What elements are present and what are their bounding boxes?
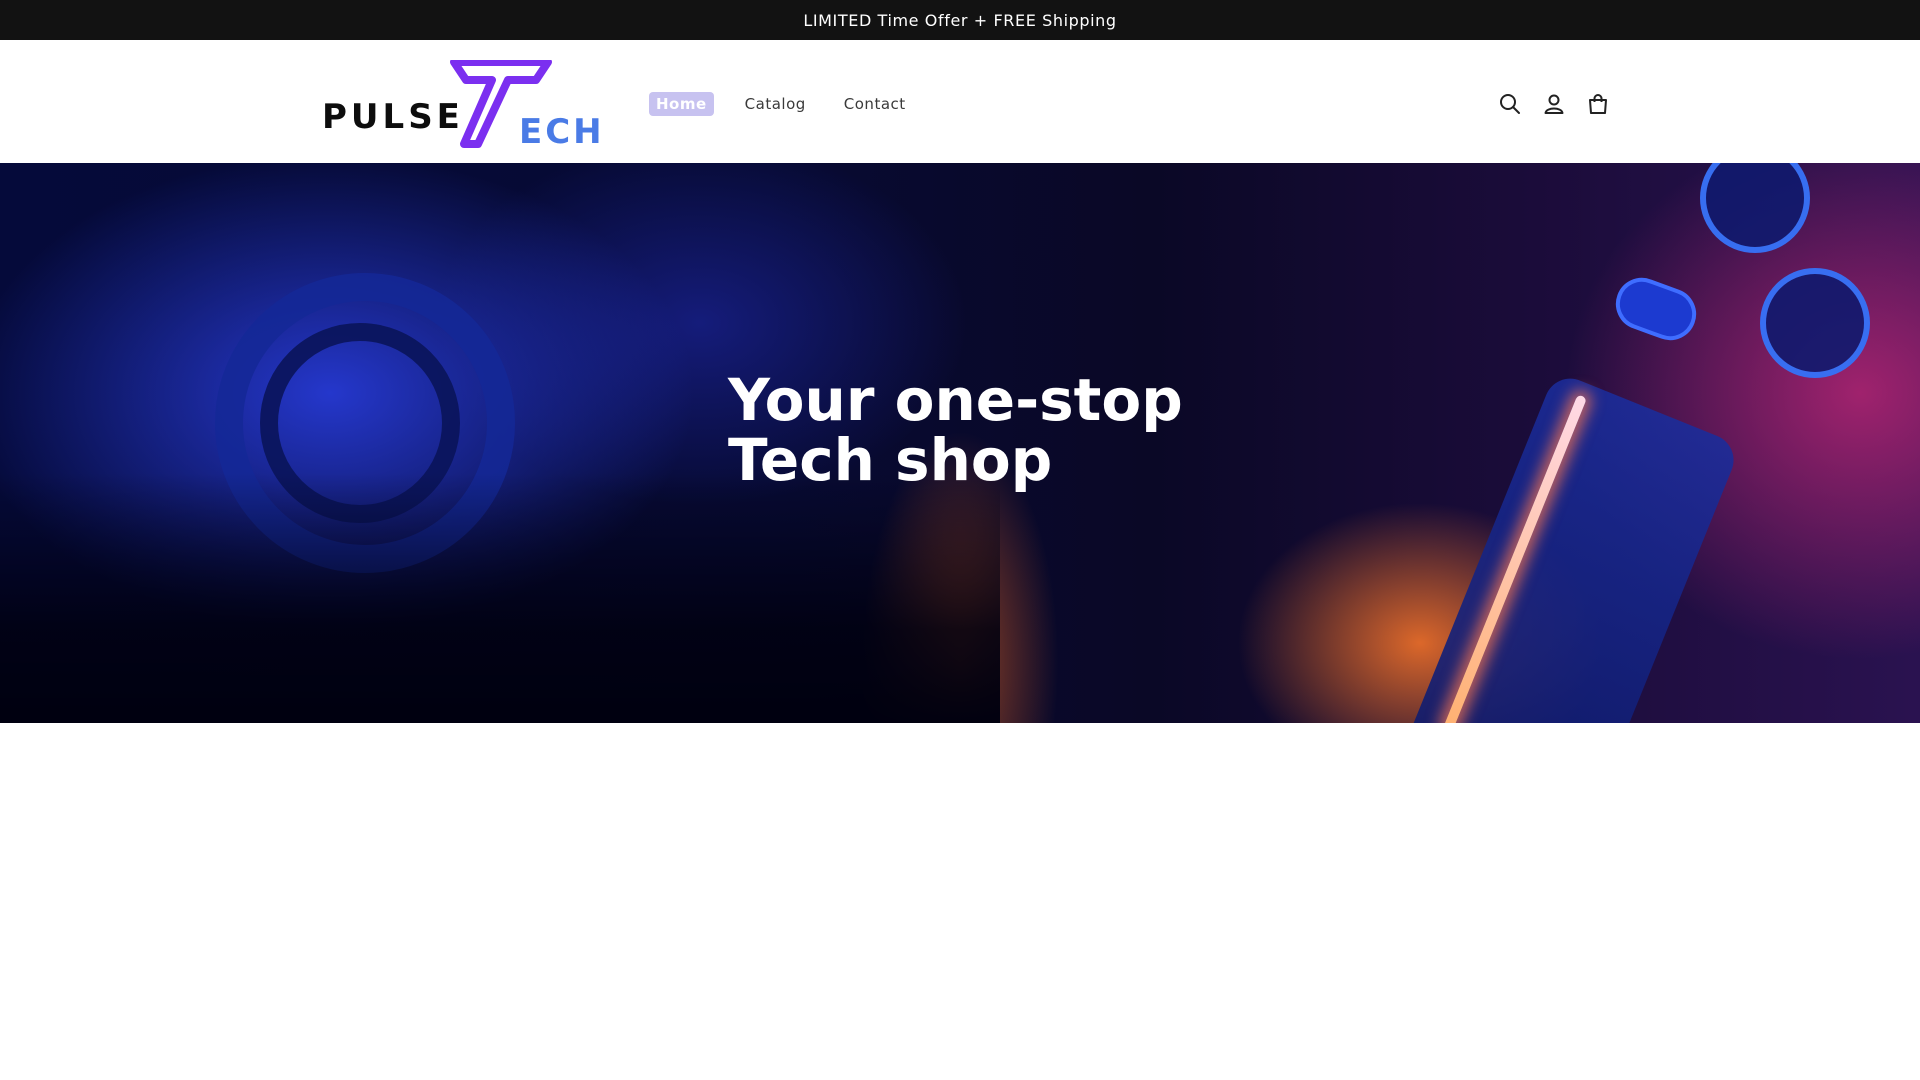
account-icon[interactable] xyxy=(1532,82,1576,126)
hero-title: Your one-stop Tech shop xyxy=(728,370,1328,490)
search-icon[interactable] xyxy=(1488,82,1532,126)
controller-button-shape xyxy=(1760,268,1870,378)
hero-banner: Your one-stop Tech shop xyxy=(0,163,1920,723)
logo-word: PULSE xyxy=(322,97,464,137)
page-content-area xyxy=(0,723,1920,1080)
nav-contact[interactable]: Contact xyxy=(837,92,913,116)
hero-title-line1: Your one-stop xyxy=(728,366,1183,434)
logo-suffix: ECH xyxy=(519,112,605,152)
hero-title-line2: Tech shop xyxy=(728,426,1053,494)
logo-link[interactable]: PULSE ECH xyxy=(320,60,602,152)
nav-catalog[interactable]: Catalog xyxy=(738,92,813,116)
controller-button-shape xyxy=(1700,163,1810,253)
nav-home[interactable]: Home xyxy=(649,92,714,116)
site-header: PULSE ECH Home Catalog Contact xyxy=(0,40,1920,163)
controller-pill-shape xyxy=(1608,270,1704,348)
main-nav: Home Catalog Contact xyxy=(649,92,937,116)
announcement-bar: LIMITED Time Offer + FREE Shipping xyxy=(0,0,1920,40)
hero-shadow xyxy=(0,473,1000,723)
header-icons xyxy=(1488,82,1620,126)
announcement-text: LIMITED Time Offer + FREE Shipping xyxy=(803,10,1117,30)
cart-icon[interactable] xyxy=(1576,82,1620,126)
